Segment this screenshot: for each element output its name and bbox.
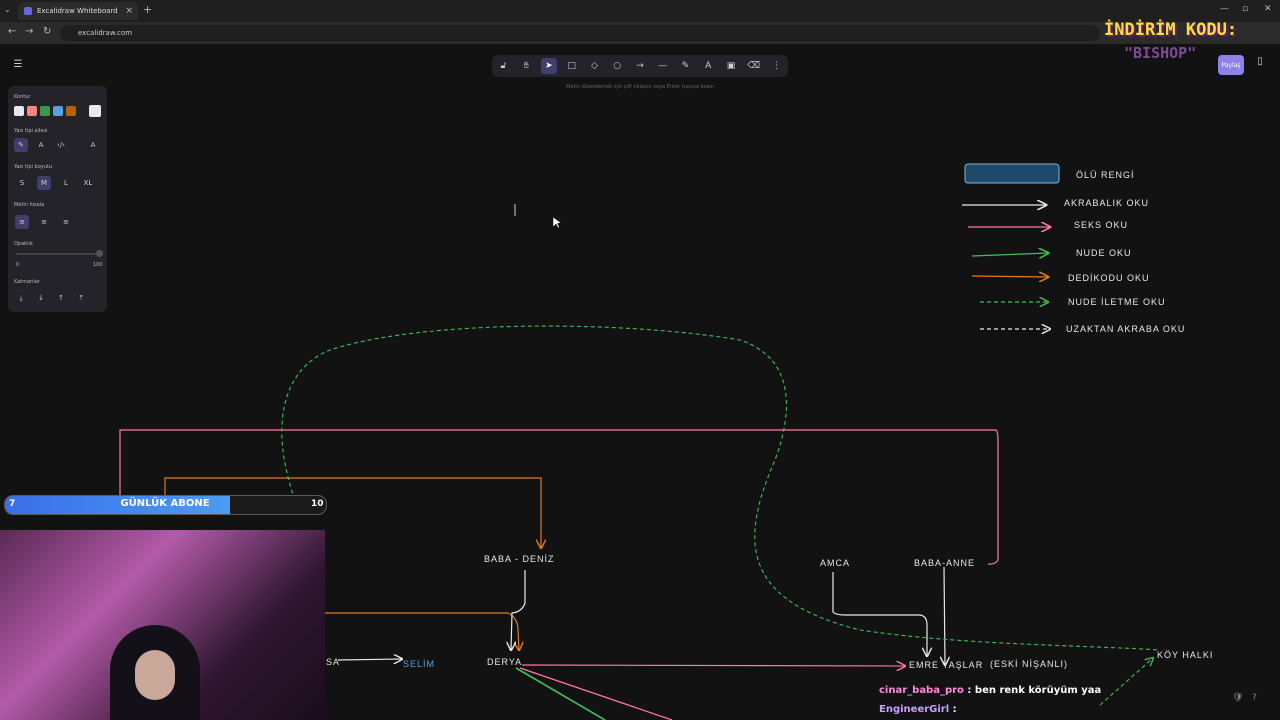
node-baba-anne[interactable]: BABA-ANNE [914,558,975,568]
node-selim[interactable]: SELİM [403,659,435,669]
chat-message: EngineerGirl : [879,704,957,715]
node-amca[interactable]: AMCA [820,558,850,568]
legend-label-nude-forward: NUDE İLETME OKU [1068,297,1166,307]
sex-line-derya-down [519,667,673,720]
bring-to-front-icon[interactable]: ⤒ [74,291,88,305]
align-right-icon[interactable]: ≡ [59,215,73,229]
mouse-pointer-icon [552,216,562,229]
kinship-arrow-anne-emre [944,566,945,665]
stroke-swatch-white[interactable] [14,106,24,116]
library-icon[interactable]: ▯ [1252,56,1268,72]
node-sa[interactable]: SA [326,657,340,667]
more-tools-icon[interactable]: ⋮ [769,58,785,74]
main-toolbar: 🔓︎ ✋︎ ➤ □ ◇ ○ → — ✎ A ▣ ⌫ ⋮ [492,55,788,77]
legend-label-distant-relative: UZAKTAN AKRABA OKU [1066,324,1186,334]
stroke-current-color[interactable] [89,105,101,117]
help-icon[interactable]: 🛡︎ ? [1232,693,1257,703]
draw-tool-icon[interactable]: ✎ [678,58,694,74]
font-size-m[interactable]: M [37,176,51,190]
image-tool-icon[interactable]: ▣ [723,58,739,74]
node-baba-deniz[interactable]: BABA - DENİZ [484,554,555,564]
legend-label-kinship: AKRABALIK OKU [1064,198,1150,208]
nude-forward-line-koy [1099,658,1153,706]
send-to-back-icon[interactable]: ⤓ [14,291,28,305]
layers-label: Katmanlar [14,279,40,285]
node-emre-yaslar[interactable]: EMRE YAŞLAR [909,660,983,670]
send-backward-icon[interactable]: ↓ [34,291,48,305]
webcam-overlay [0,530,325,720]
sex-arrow-derya-emre [521,665,905,666]
lock-tool-icon[interactable]: 🔓︎ [495,58,511,74]
node-eski-nisanli[interactable]: (ESKİ NİŞANLI) [990,659,1068,669]
legend-label-nude: NUDE OKU [1076,248,1132,258]
toolbar-hint: Metni düzenlemek için çift tıklayın veya… [566,84,714,90]
font-normal-icon[interactable]: A [34,138,48,152]
diamond-tool-icon[interactable]: ◇ [586,58,602,74]
font-code-icon[interactable]: ‹/› [54,138,68,152]
orange-gossip-line-2 [325,612,519,650]
promo-code-title: İNDİRİM KODU: [1104,20,1238,40]
font-size-label: Yazı tipi boyutu [14,164,53,170]
font-size-l[interactable]: L [59,176,73,190]
kinship-arrow-sa-selim [337,659,402,660]
line-tool-icon[interactable]: — [655,58,671,74]
align-left-icon[interactable]: ≡ [15,215,29,229]
ellipse-tool-icon[interactable]: ○ [609,58,625,74]
opacity-label: Opaklık [14,241,33,247]
legend-label-gossip: DEDİKODU OKU [1068,273,1150,283]
hamburger-menu-icon[interactable]: ☰ [9,55,27,73]
promo-code-value: "BISHOP" [1124,44,1197,62]
selection-tool-icon[interactable]: ➤ [540,58,557,74]
font-size-s[interactable]: S [15,176,29,190]
opacity-max: 100 [93,262,103,268]
font-family-label: Yazı tipi ailesi [14,128,48,134]
subscriber-goal-title: GÜNLÜK ABONE [120,498,210,509]
opacity-slider[interactable] [16,253,98,255]
properties-panel: Kontur Yazı tipi ailesi ✎ A ‹/› A Yazı t… [8,86,107,312]
chat-username: cinar_baba_pro [879,685,964,696]
arrow-tool-icon[interactable]: → [632,58,648,74]
opacity-min: 0 [16,262,20,268]
stroke-swatch-orange[interactable] [66,106,76,116]
chat-message: cinar_baba_pro : ben renk körüyüm yaa [879,685,1102,696]
chat-text: ben renk körüyüm yaa [974,685,1102,696]
font-size-xl[interactable]: XL [81,176,95,190]
font-hand-drawn-icon[interactable]: ✎ [14,138,28,152]
legend-gossip-arrow [971,276,1048,277]
stroke-swatch-green[interactable] [40,106,50,116]
node-koy-halki[interactable]: KÖY HALKI [1157,650,1213,660]
eraser-tool-icon[interactable]: ⌫ [746,58,762,74]
font-more-icon[interactable]: A [86,138,100,152]
legend-dead-color-box [964,163,1060,184]
legend-label-dead-color: ÖLÜ RENGİ [1076,170,1135,180]
hand-tool-icon[interactable]: ✋︎ [518,58,534,74]
nude-forward-curve [281,325,1161,651]
legend-nude-arrow [971,253,1048,256]
node-derya[interactable]: DERYA [487,657,522,667]
rectangle-tool-icon[interactable]: □ [564,58,580,74]
text-tool-icon[interactable]: A [700,58,716,74]
share-button[interactable]: Paylaş [1218,55,1244,75]
stroke-label: Kontur [14,94,31,100]
legend-label-sex: SEKS OKU [1074,220,1129,230]
chat-username: EngineerGirl [879,704,950,715]
bring-forward-icon[interactable]: ↑ [54,291,68,305]
webcam-face [135,650,175,700]
kinship-arrow-amca-emre [832,572,927,656]
nude-line-derya-down [515,667,606,720]
opacity-slider-handle[interactable] [96,250,103,257]
stroke-swatch-blue[interactable] [53,106,63,116]
text-align-label: Metin hizala [14,202,45,208]
stroke-swatch-red[interactable] [27,106,37,116]
align-center-icon[interactable]: ≡ [37,215,51,229]
subscriber-goal-current: 7 [9,499,16,509]
subscriber-goal-target: 10 [311,499,324,509]
